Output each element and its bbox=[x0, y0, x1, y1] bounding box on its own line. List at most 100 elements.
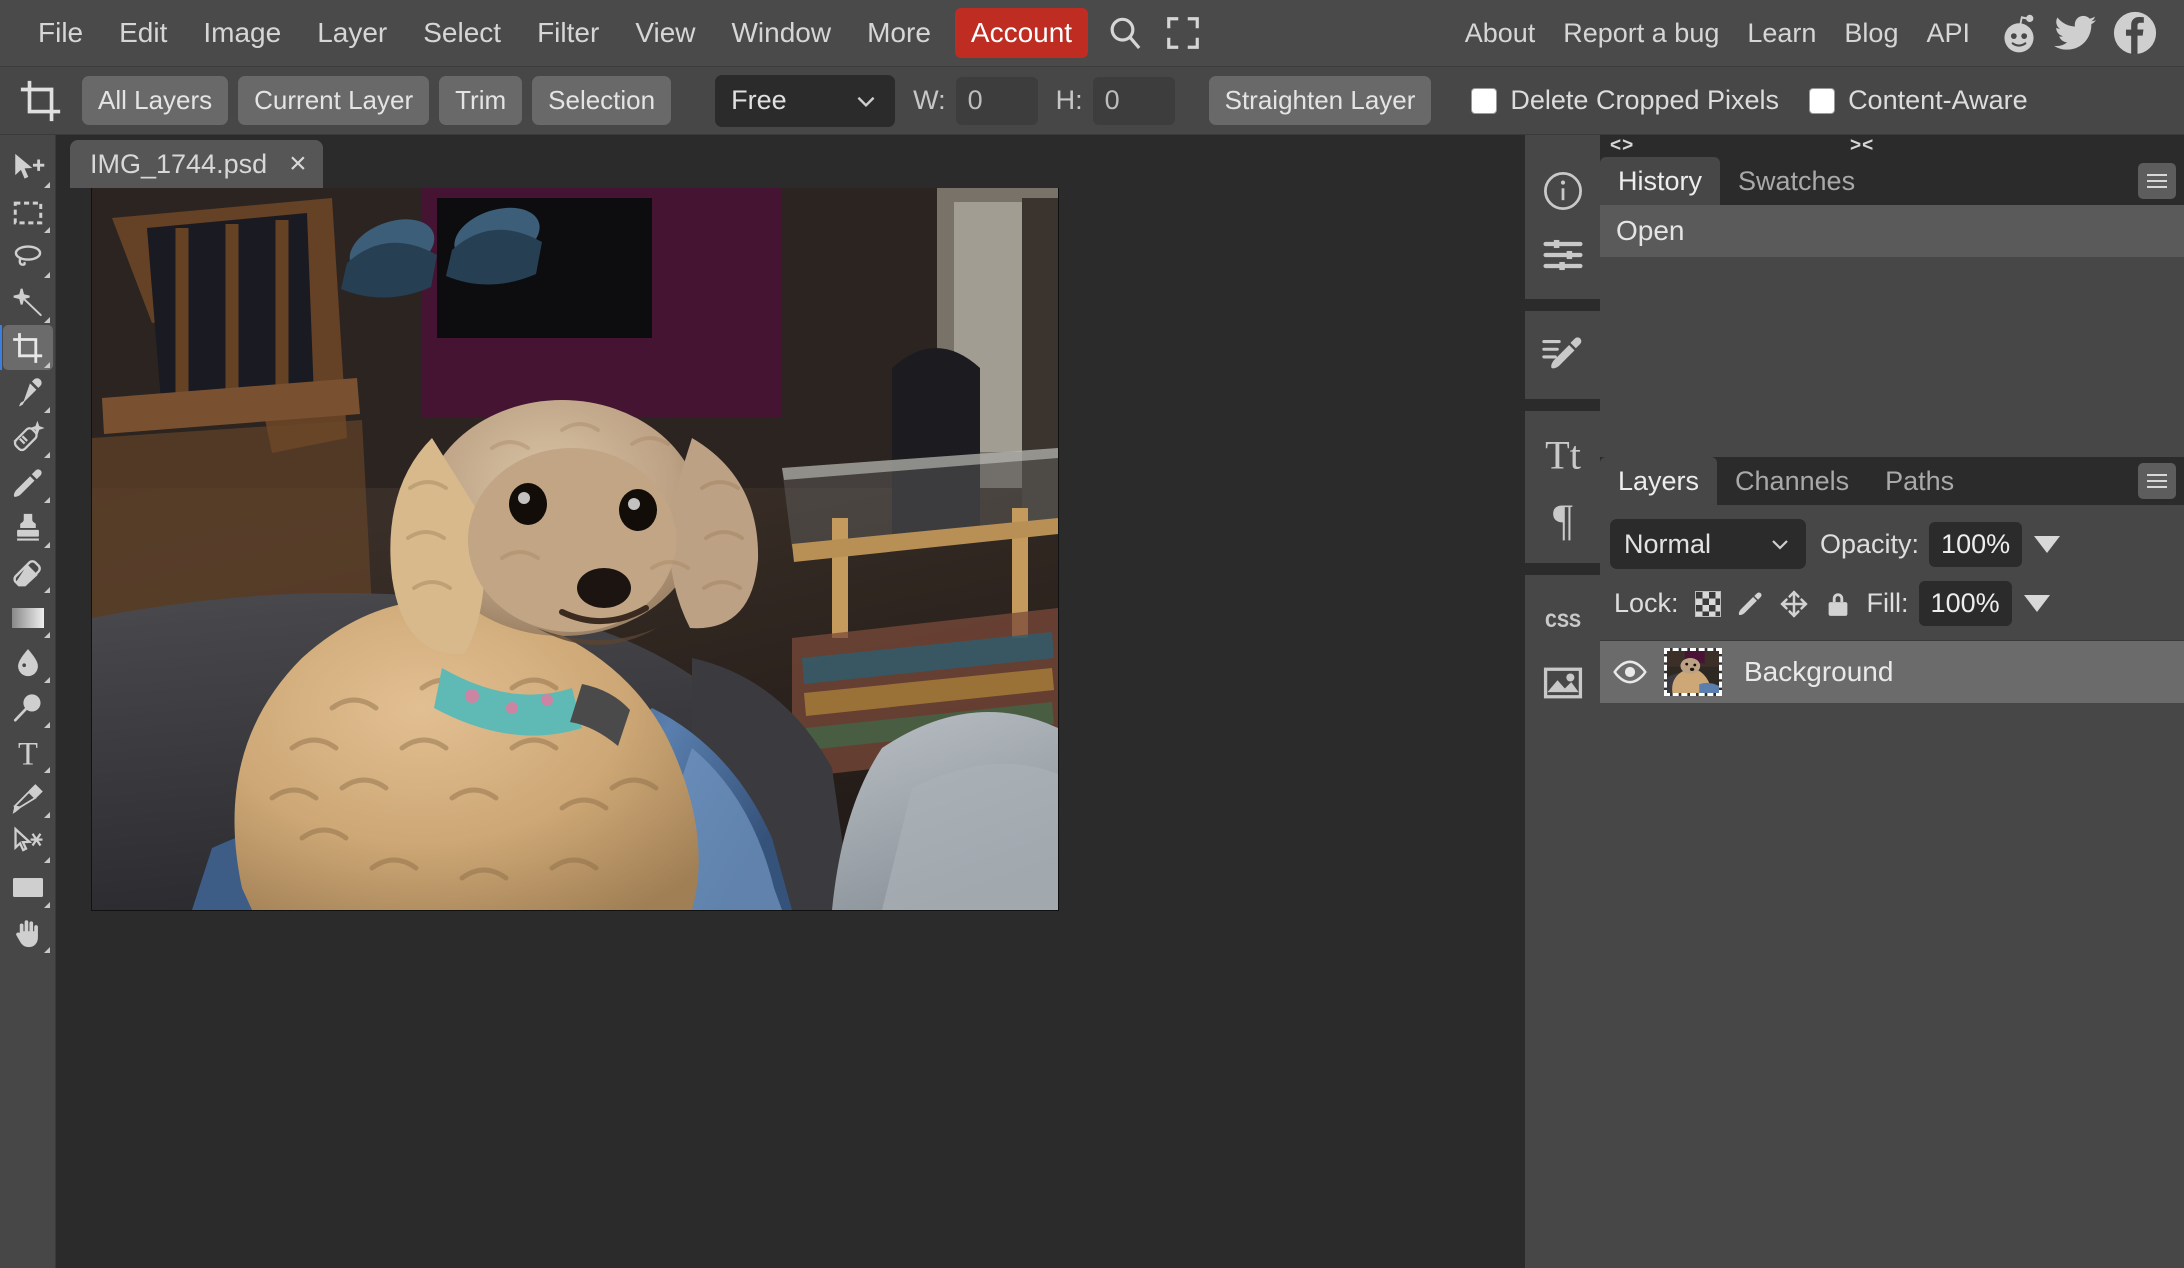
magic-wand-tool[interactable] bbox=[3, 280, 53, 325]
gradient-tool[interactable] bbox=[3, 595, 53, 640]
menu-item-file[interactable]: File bbox=[20, 11, 101, 55]
hand-tool[interactable] bbox=[3, 910, 53, 955]
all-layers-button[interactable]: All Layers bbox=[82, 76, 229, 125]
eraser-tool[interactable] bbox=[3, 550, 53, 595]
lock-all-icon[interactable] bbox=[1823, 589, 1853, 619]
tab-paths[interactable]: Paths bbox=[1867, 457, 1972, 505]
fill-slider-toggle-icon[interactable] bbox=[2023, 595, 2050, 612]
nav-link-report-a-bug[interactable]: Report a bug bbox=[1549, 10, 1733, 57]
crop-tool[interactable] bbox=[0, 325, 53, 370]
blur-tool[interactable] bbox=[3, 640, 53, 685]
menu-item-filter[interactable]: Filter bbox=[519, 11, 617, 55]
rectangular-marquee-tool[interactable] bbox=[3, 190, 53, 235]
move-tool[interactable] bbox=[3, 145, 53, 190]
clone-stamp-tool[interactable] bbox=[3, 505, 53, 550]
trim-button[interactable]: Trim bbox=[439, 76, 523, 125]
history-item-open[interactable]: Open bbox=[1600, 205, 2184, 257]
layer-thumbnail[interactable] bbox=[1664, 648, 1722, 696]
lasso-tool[interactable] bbox=[3, 235, 53, 280]
tab-history[interactable]: History bbox=[1600, 157, 1721, 205]
blend-mode-select[interactable]: Normal bbox=[1610, 519, 1806, 569]
opacity-slider-toggle-icon[interactable] bbox=[2034, 535, 2061, 553]
nav-link-api[interactable]: API bbox=[1912, 10, 1984, 57]
tab-swatches[interactable]: Swatches bbox=[1720, 157, 1873, 205]
shape-tool[interactable] bbox=[3, 865, 53, 910]
height-label: H: bbox=[1055, 85, 1083, 115]
info-panel-icon[interactable] bbox=[1531, 159, 1595, 223]
spot-healing-brush-tool[interactable] bbox=[3, 415, 53, 460]
menu-item-select[interactable]: Select bbox=[405, 11, 519, 55]
layer-row-background[interactable]: Background bbox=[1600, 641, 2184, 703]
brush-settings-panel-icon[interactable] bbox=[1531, 323, 1595, 387]
document-tab-img-1744[interactable]: IMG_1744.psd × bbox=[70, 140, 323, 188]
svg-text:Tt: Tt bbox=[1545, 432, 1581, 477]
dodge-tool[interactable] bbox=[3, 685, 53, 730]
width-label: W: bbox=[913, 85, 946, 115]
straighten-layer-button[interactable]: Straighten Layer bbox=[1208, 76, 1432, 125]
eyedropper-tool[interactable] bbox=[3, 370, 53, 415]
eye-icon[interactable] bbox=[1612, 654, 1648, 690]
checkbox-box bbox=[1809, 87, 1836, 114]
facebook-icon[interactable] bbox=[2112, 10, 2158, 56]
path-selection-tool[interactable] bbox=[3, 820, 53, 865]
lock-paint-icon[interactable] bbox=[1735, 589, 1765, 619]
tool-corner-marker bbox=[43, 272, 50, 278]
opacity-value[interactable]: 100% bbox=[1929, 521, 2023, 567]
reddit-icon[interactable] bbox=[1996, 10, 2042, 56]
delete-cropped-pixels-checkbox[interactable]: Delete Cropped Pixels bbox=[1471, 85, 1779, 116]
brush-tool[interactable] bbox=[3, 460, 53, 505]
menu-item-image[interactable]: Image bbox=[185, 11, 299, 55]
menu-item-layer[interactable]: Layer bbox=[299, 11, 405, 55]
delete-cropped-pixels-label: Delete Cropped Pixels bbox=[1510, 85, 1780, 115]
panel-icon-strip: Tt ¶ CSS bbox=[1525, 135, 1600, 1268]
menu-item-more[interactable]: More bbox=[849, 11, 949, 55]
account-button[interactable]: Account bbox=[954, 8, 1089, 58]
nav-link-blog[interactable]: Blog bbox=[1830, 10, 1912, 57]
twitter-icon[interactable] bbox=[2054, 10, 2100, 56]
paragraph-panel-icon[interactable]: ¶ bbox=[1531, 487, 1595, 551]
lock-fill-row: Lock: Fill: 100% bbox=[1600, 575, 2184, 632]
current-layer-button[interactable]: Current Layer bbox=[238, 76, 430, 125]
content-aware-checkbox[interactable]: Content-Aware bbox=[1809, 85, 2028, 116]
fill-value[interactable]: 100% bbox=[1918, 581, 2012, 626]
fullscreen-icon[interactable] bbox=[1156, 6, 1210, 60]
css-panel-icon[interactable]: CSS bbox=[1531, 587, 1595, 651]
tool-corner-marker bbox=[43, 452, 50, 458]
layers-panel-menu-icon[interactable] bbox=[2138, 463, 2176, 499]
right-panel-region: Tt ¶ CSS <> >< History Swatches Open Lay… bbox=[1525, 135, 2184, 1268]
collapse-middle-button[interactable]: >< bbox=[1850, 135, 1874, 157]
lock-move-icon[interactable] bbox=[1779, 589, 1809, 619]
menu-item-edit[interactable]: Edit bbox=[101, 11, 185, 55]
history-panel-tabs: History Swatches bbox=[1600, 157, 2184, 205]
tab-channels[interactable]: Channels bbox=[1717, 457, 1867, 505]
lock-transparency-icon[interactable] bbox=[1694, 590, 1721, 617]
crop-height-input[interactable] bbox=[1092, 76, 1175, 125]
crop-width-input[interactable] bbox=[955, 76, 1038, 125]
menu-item-view[interactable]: View bbox=[617, 11, 713, 55]
pen-tool[interactable] bbox=[3, 775, 53, 820]
close-icon[interactable]: × bbox=[289, 149, 307, 179]
type-tool[interactable]: T bbox=[3, 730, 53, 775]
tool-corner-marker bbox=[43, 587, 50, 593]
document-canvas[interactable] bbox=[92, 188, 1058, 910]
tool-corner-marker bbox=[43, 857, 50, 863]
tool-corner-marker bbox=[43, 542, 50, 548]
collapse-left-button[interactable]: <> bbox=[1610, 135, 1634, 157]
crop-ratio-select[interactable]: Free bbox=[715, 74, 896, 127]
tab-layers[interactable]: Layers bbox=[1600, 457, 1718, 505]
character-panel-icon[interactable]: Tt bbox=[1531, 423, 1595, 487]
selection-button[interactable]: Selection bbox=[532, 76, 672, 125]
canvas-area[interactable] bbox=[56, 188, 1525, 1268]
crop-ratio-value: Free bbox=[731, 85, 787, 115]
nav-link-learn[interactable]: Learn bbox=[1733, 10, 1830, 57]
menu-item-window[interactable]: Window bbox=[714, 11, 850, 55]
search-icon[interactable] bbox=[1098, 6, 1152, 60]
tool-corner-marker bbox=[43, 767, 50, 773]
history-panel-menu-icon[interactable] bbox=[2138, 163, 2176, 199]
nav-link-about[interactable]: About bbox=[1451, 10, 1550, 57]
image-panel-icon[interactable] bbox=[1531, 651, 1595, 715]
tool-corner-marker bbox=[43, 947, 50, 953]
document-tab-title: IMG_1744.psd bbox=[90, 148, 268, 179]
adjustments-panel-icon[interactable] bbox=[1531, 223, 1595, 287]
chevron-down-icon bbox=[857, 96, 875, 107]
